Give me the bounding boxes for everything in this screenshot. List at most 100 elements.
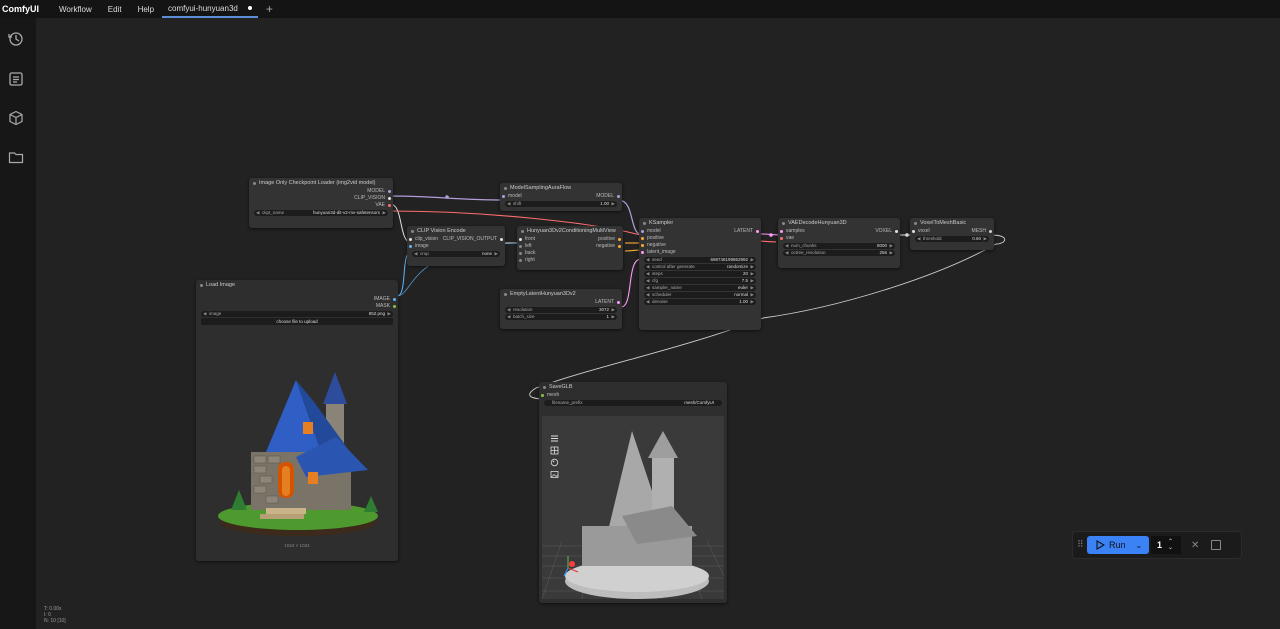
output-socket[interactable] — [617, 195, 620, 198]
run-mode-chevron-down-icon[interactable]: ⌄ — [1136, 541, 1143, 550]
input-socket[interactable] — [780, 230, 783, 233]
seed-widget[interactable]: ◀ seed 698748199862992 ▶ — [644, 257, 756, 263]
history-icon[interactable] — [8, 31, 24, 47]
output-socket[interactable] — [500, 238, 503, 241]
node-title: ModelSamplingAuraFlow — [500, 183, 622, 193]
input-socket[interactable] — [409, 245, 412, 248]
input-socket[interactable] — [641, 230, 644, 233]
num-chunks-widget[interactable]: ◀ num_chunks 8000 ▶ — [783, 243, 895, 249]
new-tab-plus-icon[interactable]: + — [258, 2, 281, 16]
upload-button[interactable]: choose file to upload — [201, 318, 393, 325]
empty-latent-node[interactable]: EmptyLatentHunyuan3Dv2 LATENT ◀ resolutio… — [500, 289, 622, 329]
input-socket[interactable] — [519, 252, 522, 255]
output-label: MODEL — [367, 188, 385, 194]
output-label: negative — [596, 243, 615, 249]
stepper-chevrons-icon[interactable]: ⌃ ⌄ — [1168, 539, 1173, 551]
checkpoint-loader-node[interactable]: Image Only Checkpoint Loader (img2vid mo… — [249, 178, 393, 228]
image-icon[interactable] — [550, 470, 559, 479]
batch-size-widget[interactable]: ◀ batch_size 1 ▶ — [505, 314, 617, 320]
resolution-widget[interactable]: ◀ resolution 3072 ▶ — [505, 307, 617, 313]
drag-handle-icon[interactable]: ⠿ — [1077, 539, 1084, 550]
scheduler-widget[interactable]: ◀ scheduler normal ▶ — [644, 292, 756, 298]
output-socket[interactable] — [618, 245, 621, 248]
shift-widget[interactable]: ◀ shift 1.00 ▶ — [505, 201, 617, 207]
octree-resolution-widget[interactable]: ◀ octree_resolution 256 ▶ — [783, 250, 895, 256]
widget-value: 852.png — [368, 311, 385, 316]
cfg-widget[interactable]: ◀ cfg 7.5 ▶ — [644, 278, 756, 284]
input-socket[interactable] — [912, 230, 915, 233]
widget-label: seed — [652, 257, 662, 262]
node-title: VAEDecodeHunyuan3D — [778, 218, 900, 228]
batch-count-value: 1 — [1157, 540, 1163, 550]
control-after-generate-widget[interactable]: ◀ control after generate randomize ▶ — [644, 264, 756, 270]
batch-count-input[interactable]: 1 ⌃ ⌄ — [1151, 536, 1181, 554]
mesh-3d-viewport[interactable] — [541, 416, 725, 600]
io-row: back — [517, 250, 623, 257]
palette-icon[interactable] — [550, 458, 559, 467]
vae-decode-node[interactable]: VAEDecodeHunyuan3D samples VOXEL vae ◀ num… — [778, 218, 900, 268]
input-socket[interactable] — [519, 259, 522, 262]
menu-edit[interactable]: Edit — [100, 5, 130, 14]
menu-icon[interactable] — [550, 434, 559, 443]
output-socket[interactable] — [388, 190, 391, 193]
load-image-node[interactable]: Load Image IMAGE MASK ◀ image 852.png ▶ cho… — [196, 280, 398, 561]
viewport-toolbar — [547, 434, 561, 490]
input-socket[interactable] — [502, 195, 505, 198]
voxel-to-mesh-node[interactable]: VoxelToMeshBasic voxel MESH ◀ threshold 0.6… — [910, 218, 994, 250]
stop-square-icon[interactable] — [1211, 540, 1222, 550]
output-socket[interactable] — [989, 230, 992, 233]
image-select-widget[interactable]: ◀ image 852.png ▶ — [201, 311, 393, 317]
input-label: right — [525, 257, 535, 263]
output-socket[interactable] — [895, 230, 898, 233]
workflows-folder-icon[interactable] — [8, 149, 24, 165]
model-library-cube-icon[interactable] — [8, 110, 24, 126]
input-label: negative — [647, 242, 666, 248]
menu-workflow[interactable]: Workflow — [51, 5, 100, 14]
input-label: samples — [786, 228, 805, 234]
widget-label: image — [209, 311, 222, 316]
output-socket[interactable] — [388, 197, 391, 200]
output-socket[interactable] — [393, 305, 396, 308]
cancel-close-icon[interactable]: ✕ — [1191, 540, 1199, 551]
io-row: LATENT — [500, 299, 622, 306]
conditioning-multiview-node[interactable]: Hunyuan3Dv2ConditioningMultiView front po… — [517, 226, 623, 270]
filename-prefix-widget[interactable]: filename_prefix mesh/ComfyUI — [544, 400, 722, 406]
output-socket[interactable] — [756, 230, 759, 233]
input-socket[interactable] — [409, 238, 412, 241]
sampler-name-widget[interactable]: ◀ sampler_name euler ▶ — [644, 285, 756, 291]
run-button[interactable]: Run ⌄ — [1087, 536, 1149, 554]
node-title: CLIP Vision Encode — [407, 226, 505, 236]
grid-icon[interactable] — [550, 446, 559, 455]
threshold-widget[interactable]: ◀ threshold 0.60 ▶ — [915, 236, 989, 242]
save-glb-node[interactable]: SaveGLB mesh filename_prefix mesh/ComfyUI — [539, 382, 727, 603]
output-socket[interactable] — [618, 238, 621, 241]
output-socket[interactable] — [393, 298, 396, 301]
input-socket[interactable] — [780, 237, 783, 240]
crop-widget[interactable]: ◀ crop none ▶ — [412, 251, 500, 257]
widget-label: threshold — [923, 236, 942, 241]
widget-value: 1.00 — [600, 201, 609, 206]
input-socket[interactable] — [641, 244, 644, 247]
input-socket[interactable] — [641, 237, 644, 240]
input-socket[interactable] — [541, 394, 544, 397]
clip-vision-encode-node[interactable]: CLIP Vision Encode clip_vision CLIP_VISIO… — [407, 226, 505, 266]
input-socket[interactable] — [641, 251, 644, 254]
input-socket[interactable] — [519, 238, 522, 241]
widget-value: 1 — [606, 314, 609, 319]
widget-label: steps — [652, 271, 663, 276]
output-socket[interactable] — [617, 301, 620, 304]
model-sampling-node[interactable]: ModelSamplingAuraFlow model MODEL ◀ shift 1… — [500, 183, 622, 211]
output-socket[interactable] — [388, 204, 391, 207]
workflow-tab[interactable]: comfyui-hunyuan3d — [162, 0, 258, 18]
menu-help[interactable]: Help — [130, 5, 162, 14]
input-socket[interactable] — [519, 245, 522, 248]
ckpt-name-widget[interactable]: ◀ ckpt_name hunyuan3d-dit-v2-mv-safetensor… — [254, 210, 388, 216]
queue-list-icon[interactable] — [8, 71, 24, 87]
io-row: image — [407, 243, 505, 250]
ksampler-node[interactable]: KSampler model LATENT positive negative l… — [639, 218, 761, 330]
steps-widget[interactable]: ◀ steps 20 ▶ — [644, 271, 756, 277]
widget-value: 8000 — [876, 243, 887, 248]
widget-label: resolution — [513, 307, 533, 312]
app-logo[interactable]: ComfyUI — [0, 4, 51, 14]
denoise-widget[interactable]: ◀ denoise 1.00 ▶ — [644, 299, 756, 305]
